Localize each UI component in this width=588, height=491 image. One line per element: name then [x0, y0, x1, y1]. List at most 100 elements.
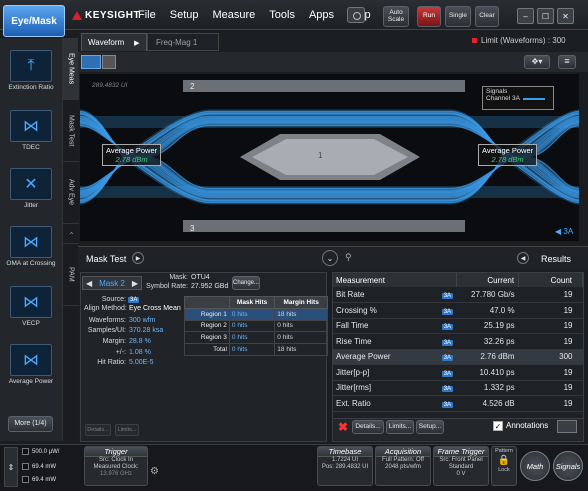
mask-name-row: Mask: OTU4 [160, 274, 209, 281]
menu-file[interactable]: File [138, 9, 156, 21]
tab-pam[interactable]: PAM [63, 244, 79, 306]
measurement-name: Average Power [333, 349, 439, 365]
results-arrow-icon[interactable]: ◀ [517, 252, 529, 264]
minimize-icon[interactable]: – [517, 8, 534, 24]
maximize-icon[interactable]: ☐ [537, 8, 554, 24]
eye-diagram-plot[interactable]: 289.4832 UI Average Power 2.78 dBm Avera… [80, 74, 579, 241]
table-layout-icon[interactable] [557, 420, 577, 433]
results-details-button[interactable]: Details... [352, 420, 384, 434]
table-row[interactable]: Region 1 0 hits 18 hits [184, 307, 328, 321]
timebase-box[interactable]: Timebase 1.7224 UI Pos: 289.4832 UI [317, 446, 373, 486]
results-limits-button[interactable]: Limits... [386, 420, 414, 434]
tab-waveform[interactable]: Waveform ▶ [81, 33, 147, 51]
auto-scale-button[interactable]: Auto Scale [383, 6, 409, 27]
region-mask-hits: 0 hits [228, 343, 276, 356]
hamburger-menu-icon[interactable]: ≡ [558, 55, 576, 69]
mask-prev-icon[interactable]: ◀ [86, 279, 92, 288]
table-row[interactable]: Jitter[p-p] 3A 10.410 ps 19 [333, 364, 583, 381]
results-setup-button[interactable]: Setup... [416, 420, 444, 434]
tab-arrow-icon[interactable]: ▶ [134, 39, 139, 47]
tab-freq-mag[interactable]: Freq-Mag 1 [147, 33, 219, 51]
header-measurement[interactable]: Measurement [333, 273, 458, 287]
eye-mask-mode-button[interactable]: Eye/Mask [3, 5, 65, 37]
measurement-current: 47.0 % [456, 302, 519, 319]
channel-row[interactable]: 69.4 mW [22, 463, 56, 470]
single-button[interactable]: Single [445, 6, 471, 27]
more-button[interactable]: More (1/4) [8, 416, 53, 432]
mask-next-icon[interactable]: ▶ [132, 279, 138, 288]
keysight-logo-icon [72, 11, 82, 20]
pattern-lock-box[interactable]: Pattern 🔒 Lock [491, 446, 517, 486]
mask-details-button[interactable]: Details... [85, 424, 111, 436]
table-row[interactable]: Rise Time 3A 32.26 ps 19 [333, 333, 583, 350]
extinction-ratio-button[interactable]: ⤒ Extinction Ratio [4, 50, 58, 91]
channel-expand-icon[interactable]: ⇕ [4, 447, 18, 487]
header-count[interactable]: Count [518, 273, 583, 287]
channel-scale: 500.0 µW/ [32, 448, 60, 455]
timebase-title: Timebase [318, 447, 372, 457]
right-average-power-marker: Average Power 2.78 dBm [478, 144, 538, 166]
tab-mask-test[interactable]: Mask Test [63, 100, 79, 162]
table-row[interactable]: Bit Rate 3A 27.780 Gb/s 19 [333, 287, 583, 303]
clear-button[interactable]: Clear [475, 6, 499, 27]
collapse-chevron-icon[interactable]: ⌄ [322, 250, 338, 266]
menu-apps[interactable]: Apps [309, 9, 334, 21]
vecp-button[interactable]: ⋈ VECP [4, 286, 58, 327]
mask-selector[interactable]: ◀ Mask 2 ▶ [82, 276, 142, 290]
average-power-button[interactable]: ⋈ Average Power [4, 344, 58, 385]
table-row[interactable]: Ext. Ratio 3A 4.526 dB 19 [333, 395, 583, 412]
signals-legend: Signals Channel 3A [482, 86, 554, 110]
frame-trigger-box[interactable]: Frame Trigger Src: Front Panel Standard … [433, 446, 489, 486]
annotations-checkbox[interactable]: ✓ [493, 421, 503, 431]
lock-icon: 🔒 [497, 454, 511, 466]
table-row[interactable]: Total 0 hits 18 hits [184, 343, 328, 356]
menu-measure[interactable]: Measure [212, 9, 255, 21]
acquisition-box[interactable]: Acquisition Full Pattern: Off 2048 pts/w… [375, 446, 431, 486]
measurement-name: Jitter[rms] [333, 380, 439, 396]
close-icon[interactable]: ✕ [557, 8, 574, 24]
measurement-current: 1.332 ps [456, 380, 519, 396]
oma-crossing-button[interactable]: ⋈ OMA at Crossing [4, 226, 58, 267]
table-row[interactable]: Region 3 0 hits 0 hits [184, 331, 328, 345]
average-power-icon: ⋈ [10, 344, 52, 376]
run-button[interactable]: Run [417, 6, 441, 27]
signals-button[interactable]: Signals [553, 451, 583, 481]
single-graticule-icon[interactable] [81, 55, 101, 69]
acquisition-title: Acquisition [376, 447, 430, 457]
header-current[interactable]: Current [456, 273, 520, 287]
pin-icon[interactable]: ⚲ [345, 252, 352, 263]
mask-test-arrow-icon[interactable]: ▶ [132, 252, 144, 264]
jitter-button[interactable]: ✕ Jitter [4, 168, 58, 209]
math-button[interactable]: Math [520, 451, 550, 481]
mask-region-1-label: 1 [318, 151, 323, 160]
delete-measurement-icon[interactable]: ✖ [336, 420, 350, 434]
frame-trigger-line: 0 V [456, 471, 466, 478]
channel-3a-marker[interactable]: ◀ 3A [555, 227, 573, 236]
trigger-box[interactable]: Trigger Src: Clock In Measured Clock: 13… [84, 446, 148, 486]
tab-scroll-icon[interactable]: ‹ [63, 224, 79, 244]
menu-setup[interactable]: Setup [170, 9, 199, 21]
multi-graticule-icon[interactable] [102, 55, 116, 69]
stat-value: 1.08 % [129, 349, 151, 356]
mask-limits-button[interactable]: Limits... [115, 424, 139, 436]
screenshot-camera-icon[interactable] [347, 7, 365, 23]
channel-row[interactable]: 500.0 µW/ [22, 448, 59, 455]
table-row[interactable]: Region 2 0 hits 0 hits [184, 319, 328, 333]
table-row[interactable]: Average Power 3A 2.76 dBm 300 [333, 349, 583, 365]
table-row[interactable]: Crossing % 3A 47.0 % 19 [333, 302, 583, 319]
extinction-ratio-icon: ⤒ [10, 50, 52, 82]
legend-channel: Channel 3A [486, 95, 520, 102]
measurement-current: 32.26 ps [456, 333, 519, 350]
trigger-settings-gear-icon[interactable]: ⚙ [150, 466, 164, 480]
change-mask-button[interactable]: Change... [232, 276, 260, 290]
tab-eye-meas[interactable]: Eye Meas [63, 38, 79, 100]
tdec-button[interactable]: ⋈ TDEC [4, 110, 58, 151]
mask-name-label: Mask: [169, 274, 188, 281]
zoom-pan-icon[interactable]: ✥▾ [524, 55, 550, 69]
channel-row[interactable]: 69.4 mW [22, 476, 56, 483]
table-row[interactable]: Fall Time 3A 25.19 ps 19 [333, 318, 583, 334]
table-row[interactable]: Jitter[rms] 3A 1.332 ps 19 [333, 380, 583, 396]
region-margin-hits: 18 hits [274, 307, 328, 321]
menu-tools[interactable]: Tools [269, 9, 295, 21]
tab-adv-eye[interactable]: Adv Eye [63, 162, 79, 224]
